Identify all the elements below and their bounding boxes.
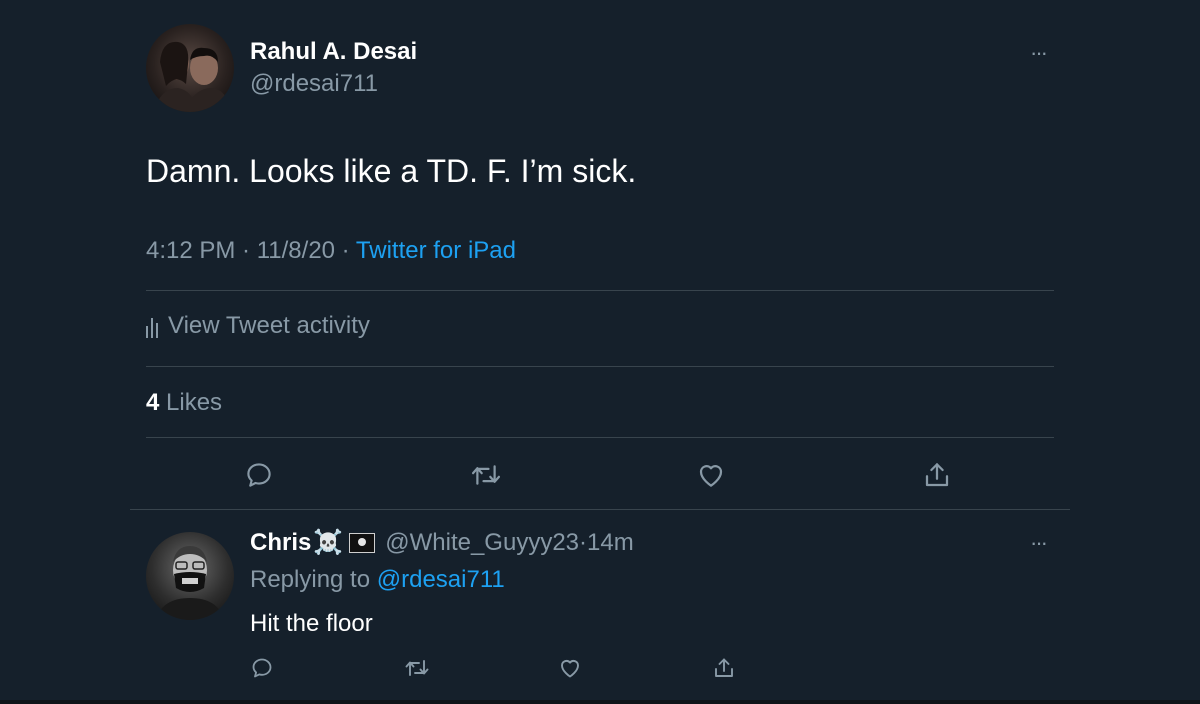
author-avatar[interactable] <box>146 24 234 112</box>
divider <box>146 437 1054 438</box>
reply-icon[interactable] <box>250 656 274 680</box>
share-icon[interactable] <box>922 460 952 490</box>
reply-icon[interactable] <box>244 460 274 490</box>
like-icon[interactable] <box>558 656 582 680</box>
author-name[interactable]: Rahul A. Desai <box>250 38 417 66</box>
divider <box>146 366 1054 367</box>
reply-more-options-icon[interactable]: ··· <box>1030 530 1048 556</box>
meta-separator: · <box>579 528 588 556</box>
tweet-source-link[interactable]: Twitter for iPad <box>356 237 516 264</box>
view-tweet-activity-button[interactable]: View Tweet activity <box>146 312 370 340</box>
likes-link[interactable]: 4 Likes <box>146 389 222 417</box>
activity-label: View Tweet activity <box>168 312 370 339</box>
skull-crossbones-icon: ☠️ <box>313 529 344 556</box>
tweet-text: Damn. Looks like a TD. F. I’m sick. <box>146 153 637 189</box>
reply-header: Chris ☠️ @White_Guyyy23 · 14m <box>250 528 634 557</box>
likes-label: Likes <box>166 389 223 416</box>
likes-count: 4 <box>146 389 160 416</box>
replying-mention-link[interactable]: @rdesai711 <box>377 566 505 593</box>
divider <box>146 290 1054 291</box>
replying-label: Replying to <box>250 566 377 593</box>
like-icon[interactable] <box>696 460 726 490</box>
tweet-date: 11/8/20 <box>256 237 336 264</box>
tweet-meta: 4:12 PM · 11/8/20 · Twitter for iPad <box>146 237 516 265</box>
analytics-icon <box>146 318 158 338</box>
reply-text: Hit the floor <box>250 610 373 637</box>
retweet-icon[interactable] <box>470 460 502 490</box>
reply-time[interactable]: 14m <box>587 529 634 557</box>
tweet-time: 4:12 PM <box>146 237 236 264</box>
retweet-icon[interactable] <box>404 656 430 680</box>
more-options-icon[interactable]: ··· <box>1030 40 1048 66</box>
reply-author-name[interactable]: Chris <box>250 529 311 557</box>
profile-photo-couple-icon <box>154 41 230 112</box>
pirate-flag-icon <box>349 532 376 553</box>
share-icon[interactable] <box>712 656 736 680</box>
reply-author-avatar[interactable] <box>146 532 234 620</box>
author-handle[interactable]: @rdesai711 <box>250 70 378 98</box>
profile-photo-masked-man-icon <box>156 546 224 620</box>
divider <box>130 509 1070 510</box>
meta-separator: · <box>235 237 257 264</box>
bottom-edge <box>0 700 1200 704</box>
reply-author-handle[interactable]: @White_Guyyy23 <box>385 529 579 557</box>
meta-separator: · <box>335 237 356 264</box>
replying-to: Replying to @rdesai711 <box>250 566 505 594</box>
